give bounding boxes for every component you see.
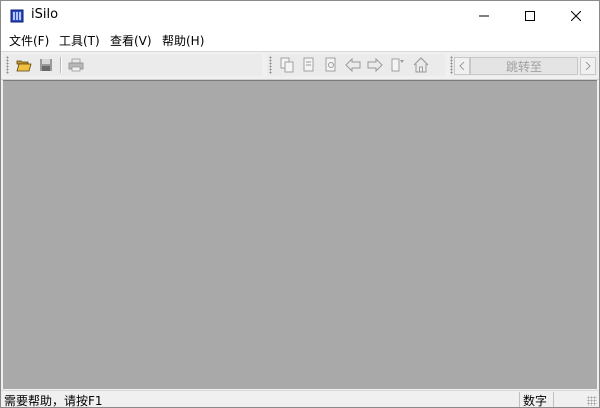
save-button[interactable] [36,56,56,74]
jump-next-button[interactable] [580,57,596,75]
open-button[interactable] [14,56,34,74]
close-icon [571,10,581,21]
menu-bar: 文件(F) 工具(T) 查看(V) 帮助(H) [1,30,599,51]
status-divider [553,392,554,407]
print-icon [68,58,84,72]
file-toolbar [4,54,262,76]
num-lock-indicator: 数字 [523,394,548,408]
status-help-text: 需要帮助，请按F1 [4,394,103,408]
window-title: iSilo [31,7,59,22]
minimize-button[interactable] [461,1,507,30]
back-button[interactable] [343,56,363,74]
document-alt-icon [325,57,336,72]
toolbar-grip[interactable] [269,56,272,74]
toolbar-grip[interactable] [6,56,9,74]
open-folder-icon [16,60,32,72]
copy-button[interactable] [277,56,297,74]
app-window: iSilo 文件(F) 工具(T) 查看(V) 帮助(H) 跳转至 需要帮助，请… [0,0,600,408]
maximize-icon [525,10,535,21]
resize-grip[interactable] [587,396,597,406]
copy-icon [280,57,294,73]
menu-view[interactable]: 查看(V) [110,32,152,49]
forward-arrow-icon [367,58,383,72]
document-alt-button[interactable] [321,56,341,74]
title-bar[interactable]: iSilo [1,1,599,30]
menu-file[interactable]: 文件(F) [9,32,49,49]
navigation-toolbar [267,54,445,76]
bookmark-icon [391,58,404,72]
toolbar: 跳转至 [1,51,599,80]
document-button[interactable] [299,56,319,74]
home-button[interactable] [411,56,431,74]
status-divider [519,392,520,407]
print-button[interactable] [66,56,86,74]
maximize-button[interactable] [507,1,553,30]
jump-prev-button[interactable] [454,57,470,75]
toolbar-separator [60,57,62,73]
jump-to-field[interactable]: 跳转至 [470,57,578,75]
chevron-right-icon [585,62,591,70]
close-button[interactable] [553,1,599,30]
bookmark-button[interactable] [387,56,407,74]
document-view[interactable] [3,80,597,389]
status-bar: 需要帮助，请按F1 数字 [1,390,599,408]
minimize-icon [479,15,489,16]
document-icon [303,57,314,72]
jump-toolbar: 跳转至 [450,54,598,76]
save-icon [40,59,52,71]
chevron-left-icon [459,62,465,70]
back-arrow-icon [345,58,361,72]
menu-tools[interactable]: 工具(T) [59,32,100,49]
home-icon [413,57,429,73]
forward-button[interactable] [365,56,385,74]
toolbar-grip[interactable] [450,56,453,74]
isilo-book-icon[interactable] [9,8,25,24]
menu-help[interactable]: 帮助(H) [162,32,204,49]
